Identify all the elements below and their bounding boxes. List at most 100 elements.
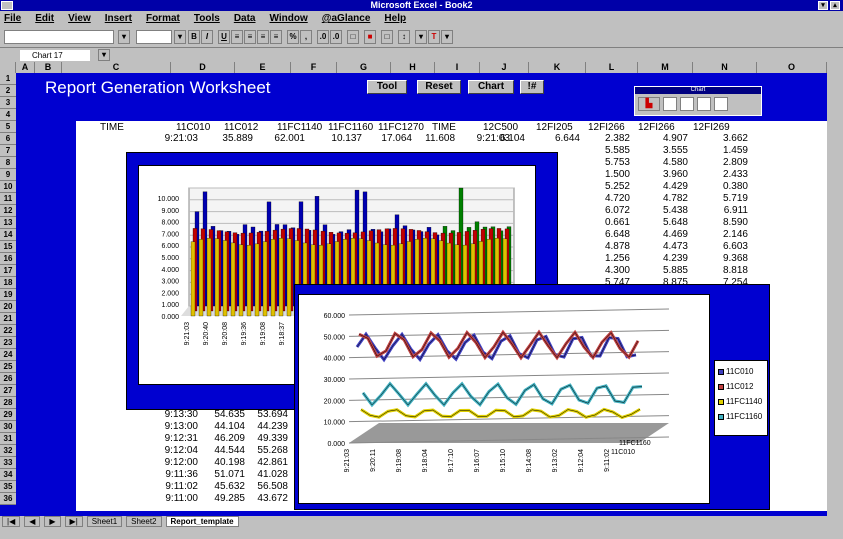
data-cell[interactable]: 6.603 bbox=[723, 241, 748, 252]
row-header[interactable]: 22 bbox=[0, 325, 16, 337]
align-center-icon[interactable]: ≡ bbox=[244, 30, 256, 44]
column-label[interactable]: TIME bbox=[432, 122, 456, 133]
column-header[interactable]: J bbox=[480, 62, 529, 73]
data-cell[interactable]: 53.694 bbox=[257, 409, 288, 420]
menu-tools[interactable]: Tools bbox=[194, 13, 220, 24]
align-left-icon[interactable]: ≡ bbox=[231, 30, 243, 44]
column-header[interactable]: E bbox=[235, 62, 291, 73]
underline-icon[interactable]: U bbox=[218, 30, 230, 44]
data-cell[interactable]: 4.720 bbox=[605, 193, 630, 204]
column-header[interactable]: I bbox=[435, 62, 480, 73]
row-header[interactable]: 23 bbox=[0, 337, 16, 349]
data-cell[interactable]: 2.433 bbox=[723, 169, 748, 180]
menu-file[interactable]: File bbox=[4, 13, 21, 24]
reset-button[interactable]: Reset bbox=[417, 80, 461, 94]
column-label[interactable]: 12FI266 bbox=[638, 122, 675, 133]
data-cell[interactable]: 42.861 bbox=[257, 457, 288, 468]
sort-icon[interactable]: ↕ bbox=[398, 30, 410, 44]
text-color-icon[interactable]: □ bbox=[381, 30, 393, 44]
row-header[interactable]: 36 bbox=[0, 493, 16, 505]
data-cell[interactable]: 9:11:02 bbox=[165, 481, 198, 492]
row-header[interactable]: 35 bbox=[0, 481, 16, 493]
data-cell[interactable]: 9:21:03 bbox=[165, 133, 198, 144]
menu-insert[interactable]: Insert bbox=[105, 13, 132, 24]
font-color-icon[interactable]: T bbox=[428, 30, 440, 44]
default-chart-icon[interactable] bbox=[663, 97, 677, 111]
data-cell[interactable]: 9:13:30 bbox=[165, 409, 198, 420]
font-name-box[interactable] bbox=[4, 30, 114, 44]
name-box-dropdown-icon[interactable]: ▾ bbox=[98, 49, 110, 61]
data-cell[interactable]: 2.146 bbox=[723, 229, 748, 240]
column-header[interactable]: F bbox=[291, 62, 337, 73]
data-cell[interactable]: 11.608 bbox=[425, 133, 455, 144]
column-label[interactable]: 12C500 bbox=[483, 122, 518, 133]
data-cell[interactable]: 5.252 bbox=[605, 181, 630, 192]
chart-type-icon[interactable]: ▙ bbox=[638, 97, 660, 111]
data-cell[interactable]: 1.256 bbox=[605, 253, 630, 264]
row-header[interactable]: 19 bbox=[0, 289, 16, 301]
row-header[interactable]: 31 bbox=[0, 433, 16, 445]
row-header[interactable]: 28 bbox=[0, 397, 16, 409]
column-header[interactable]: L bbox=[586, 62, 638, 73]
row-header[interactable]: 26 bbox=[0, 373, 16, 385]
data-cell[interactable]: 8.818 bbox=[723, 265, 748, 276]
column-header[interactable]: D bbox=[171, 62, 235, 73]
data-cell[interactable]: 6.648 bbox=[605, 229, 630, 240]
data-cell[interactable]: 6.644 bbox=[555, 133, 580, 144]
percent-icon[interactable]: % bbox=[287, 30, 299, 44]
menu-aglance[interactable]: @aGlance bbox=[322, 13, 371, 24]
comma-icon[interactable]: , bbox=[300, 30, 312, 44]
row-header[interactable]: 34 bbox=[0, 469, 16, 481]
data-cell[interactable]: 9:12:31 bbox=[165, 433, 198, 444]
column-header[interactable]: H bbox=[391, 62, 435, 73]
name-box[interactable]: Chart 17 bbox=[20, 50, 90, 61]
borders-icon[interactable]: □ bbox=[347, 30, 359, 44]
data-cell[interactable]: 4.878 bbox=[605, 241, 630, 252]
menu-format[interactable]: Format bbox=[146, 13, 180, 24]
data-cell[interactable]: 0.380 bbox=[723, 181, 748, 192]
column-header[interactable]: K bbox=[529, 62, 586, 73]
data-cell[interactable]: 51.071 bbox=[214, 469, 245, 480]
data-cell[interactable]: 5.885 bbox=[663, 265, 688, 276]
data-cell[interactable]: 4.469 bbox=[663, 229, 688, 240]
row-header[interactable]: 9 bbox=[0, 169, 16, 181]
merge-icon[interactable]: ≡ bbox=[270, 30, 282, 44]
row-header[interactable]: 1 bbox=[0, 73, 16, 85]
data-cell[interactable]: 49.285 bbox=[214, 493, 245, 504]
data-cell[interactable]: 0.661 bbox=[605, 217, 630, 228]
column-header[interactable]: O bbox=[757, 62, 827, 73]
row-header[interactable]: 21 bbox=[0, 313, 16, 325]
row-header[interactable]: 29 bbox=[0, 409, 16, 421]
hash-button[interactable]: !# bbox=[520, 80, 544, 94]
data-cell[interactable]: 1.500 bbox=[605, 169, 630, 180]
data-cell[interactable]: 5.648 bbox=[663, 217, 688, 228]
data-cell[interactable]: 44.239 bbox=[257, 421, 288, 432]
maximize-button[interactable]: ▴ bbox=[830, 1, 840, 10]
data-cell[interactable]: 5.438 bbox=[663, 205, 688, 216]
row-header[interactable]: 18 bbox=[0, 277, 16, 289]
column-header[interactable]: M bbox=[638, 62, 693, 73]
column-header[interactable]: A bbox=[16, 62, 35, 73]
data-cell[interactable]: 40.198 bbox=[214, 457, 245, 468]
font-size-box[interactable] bbox=[136, 30, 172, 44]
column-label[interactable]: 11FC1160 bbox=[328, 122, 373, 133]
row-header[interactable]: 15 bbox=[0, 241, 16, 253]
system-menu-icon[interactable] bbox=[1, 1, 13, 10]
column-header[interactable]: C bbox=[62, 62, 171, 73]
data-cell[interactable]: 49.339 bbox=[257, 433, 288, 444]
data-cell[interactable]: 9:13:00 bbox=[165, 421, 198, 432]
tab-nav-last-icon[interactable]: ▶| bbox=[64, 516, 83, 527]
tool-button[interactable]: Tool bbox=[367, 80, 407, 94]
data-cell[interactable]: 46.209 bbox=[214, 433, 245, 444]
row-header[interactable]: 16 bbox=[0, 253, 16, 265]
menu-help[interactable]: Help bbox=[384, 13, 406, 24]
column-label[interactable]: 12FI266 bbox=[588, 122, 625, 133]
tab-sheet2[interactable]: Sheet2 bbox=[126, 516, 162, 527]
decrease-decimal-icon[interactable]: .0 bbox=[330, 30, 342, 44]
select-all-corner[interactable] bbox=[0, 62, 16, 73]
row-header[interactable]: 2 bbox=[0, 85, 16, 97]
data-cell[interactable]: 9:11:36 bbox=[165, 469, 198, 480]
row-header[interactable]: 6 bbox=[0, 133, 16, 145]
legend-icon[interactable] bbox=[714, 97, 728, 111]
row-header[interactable]: 10 bbox=[0, 181, 16, 193]
